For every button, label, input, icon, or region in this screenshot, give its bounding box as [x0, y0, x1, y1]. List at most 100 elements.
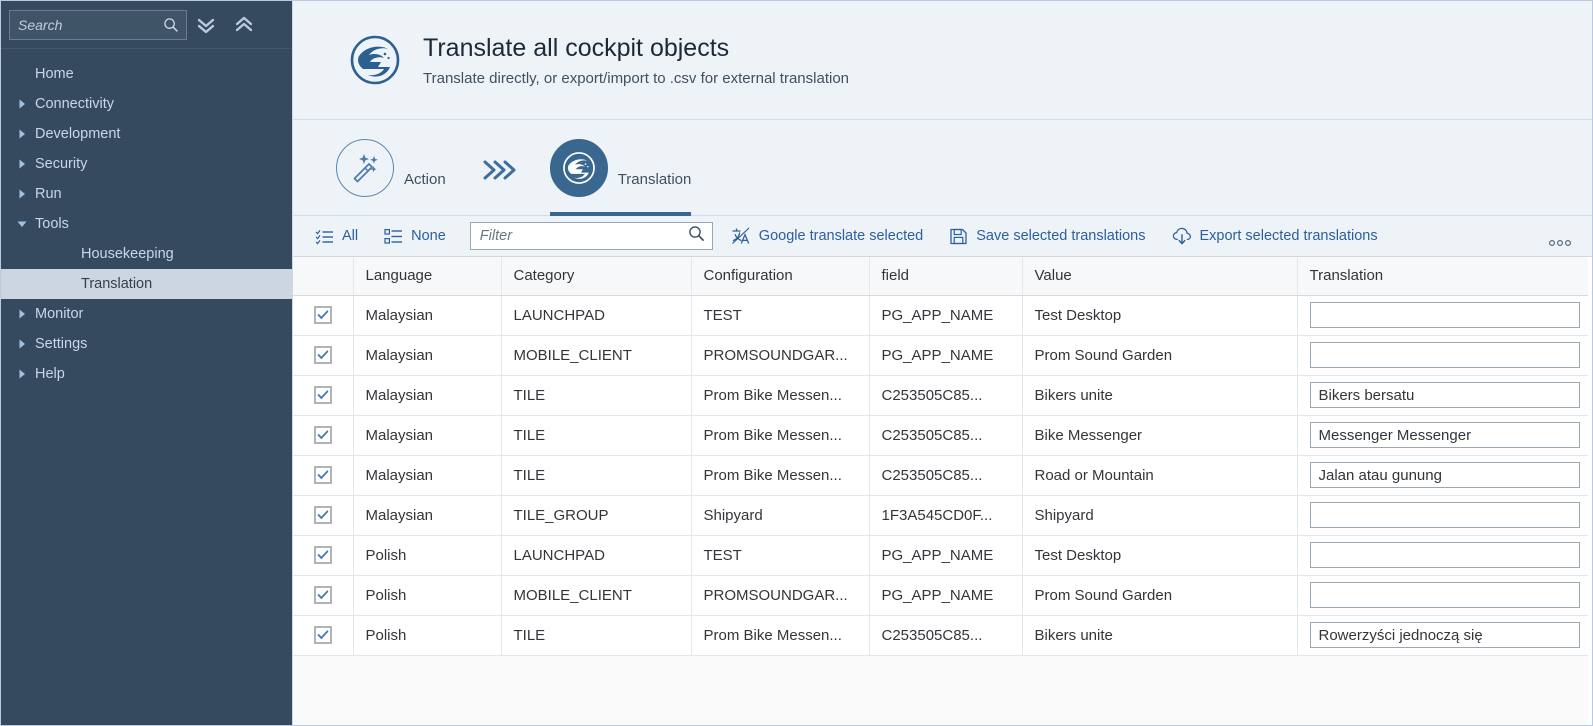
column-header-value[interactable]: Value [1022, 257, 1298, 296]
sidebar-item-housekeeping[interactable]: Housekeeping [1, 239, 292, 269]
toolbar-overflow-button[interactable] [1538, 225, 1582, 247]
translation-input[interactable] [1309, 302, 1580, 328]
row-select-cell[interactable] [293, 535, 354, 576]
translation-input[interactable] [1309, 582, 1580, 608]
sidebar-item-help[interactable]: Help [1, 359, 292, 389]
translation-input[interactable] [1309, 422, 1580, 448]
translation-input[interactable] [1309, 502, 1580, 528]
column-header-category[interactable]: Category [501, 257, 692, 296]
google-translate-selected-button[interactable]: Google translate selected [723, 221, 931, 251]
table-row[interactable]: Polish TILE Prom Bike Messen... C253505C85.… [293, 615, 1592, 656]
caret-right-icon[interactable] [13, 365, 31, 383]
row-checkbox[interactable] [313, 506, 332, 525]
sidebar-item-tools[interactable]: Tools [1, 209, 292, 239]
table-row[interactable]: Polish LAUNCHPAD TEST PG_APP_NAME Test Deskt… [293, 535, 1592, 576]
sidebar-search[interactable] [9, 9, 187, 40]
cell-translation[interactable] [1297, 295, 1592, 336]
collapse-all-button[interactable] [225, 10, 263, 40]
row-checkbox[interactable] [313, 386, 332, 405]
column-header-translation[interactable]: Translation [1297, 257, 1592, 296]
wizard-step-translation[interactable]: Translation [549, 120, 691, 216]
sidebar-item-label: Monitor [35, 306, 84, 322]
cell-language: Polish [353, 615, 502, 656]
row-checkbox[interactable] [313, 466, 332, 485]
wizard-step-action[interactable]: Action [336, 120, 446, 216]
row-checkbox[interactable] [313, 306, 332, 325]
row-select-cell[interactable] [293, 415, 354, 456]
floppy-disk-icon [949, 227, 968, 246]
cell-category: TILE [501, 615, 692, 656]
cell-translation[interactable] [1297, 575, 1592, 616]
cell-translation[interactable] [1297, 535, 1592, 576]
caret-right-icon[interactable] [13, 185, 31, 203]
search-input[interactable] [10, 10, 186, 39]
translation-input[interactable] [1309, 342, 1580, 368]
row-select-cell[interactable] [293, 495, 354, 536]
column-header-configuration[interactable]: Configuration [691, 257, 870, 296]
row-select-cell[interactable] [293, 375, 354, 416]
table-row[interactable]: Malaysian TILE Prom Bike Messen... C253505C… [293, 455, 1592, 496]
translation-input[interactable] [1309, 462, 1580, 488]
table-row[interactable]: Malaysian TILE Prom Bike Messen... C253505C… [293, 375, 1592, 416]
caret-right-icon[interactable] [13, 155, 31, 173]
filter-field[interactable] [469, 222, 713, 250]
export-selected-translations-button[interactable]: Export selected translations [1164, 221, 1386, 251]
sidebar-item-home[interactable]: Home [1, 59, 292, 89]
main-content: Translate all cockpit objects Translate … [292, 1, 1592, 725]
caret-right-icon[interactable] [13, 125, 31, 143]
column-header-select[interactable] [293, 257, 354, 296]
filter-input[interactable] [470, 223, 712, 249]
table-row[interactable]: Malaysian MOBILE_CLIENT PROMSOUNDGAR... PG_… [293, 335, 1592, 376]
translation-input[interactable] [1309, 542, 1580, 568]
row-checkbox[interactable] [313, 626, 332, 645]
cell-translation[interactable] [1297, 335, 1592, 376]
cell-configuration: TEST [691, 295, 870, 336]
cell-language: Malaysian [353, 295, 502, 336]
cell-category: MOBILE_CLIENT [501, 575, 692, 616]
row-select-cell[interactable] [293, 615, 354, 656]
row-checkbox[interactable] [313, 346, 332, 365]
table-row[interactable]: Polish MOBILE_CLIENT PROMSOUNDGAR... PG_APP… [293, 575, 1592, 616]
translation-input[interactable] [1309, 382, 1580, 408]
caret-right-icon[interactable] [13, 95, 31, 113]
select-all-button[interactable]: All [307, 221, 366, 251]
column-header-field[interactable]: field [869, 257, 1023, 296]
cell-translation[interactable] [1297, 615, 1592, 656]
select-none-icon [384, 227, 403, 246]
row-select-cell[interactable] [293, 455, 354, 496]
caret-down-icon[interactable] [13, 215, 31, 233]
translation-input[interactable] [1309, 622, 1580, 648]
row-checkbox[interactable] [313, 546, 332, 565]
sidebar-item-security[interactable]: Security [1, 149, 292, 179]
sidebar-item-development[interactable]: Development [1, 119, 292, 149]
cell-field: C253505C85... [869, 455, 1023, 496]
caret-right-icon[interactable] [13, 305, 31, 323]
table-row[interactable]: Malaysian TILE_GROUP Shipyard 1F3A545CD0F..… [293, 495, 1592, 536]
cell-value: Prom Sound Garden [1022, 335, 1298, 376]
expand-all-button[interactable] [187, 10, 225, 40]
cell-value: Shipyard [1022, 495, 1298, 536]
select-none-button[interactable]: None [376, 221, 454, 251]
cell-translation[interactable] [1297, 495, 1592, 536]
sidebar-item-monitor[interactable]: Monitor [1, 299, 292, 329]
row-select-cell[interactable] [293, 335, 354, 376]
wizard-step-action-label: Action [404, 171, 446, 188]
check-icon [317, 470, 329, 479]
cell-translation[interactable] [1297, 455, 1592, 496]
caret-right-icon[interactable] [13, 335, 31, 353]
cell-field: PG_APP_NAME [869, 335, 1023, 376]
cell-translation[interactable] [1297, 375, 1592, 416]
row-checkbox[interactable] [313, 586, 332, 605]
sidebar-item-translation[interactable]: Translation [1, 269, 292, 299]
row-checkbox[interactable] [313, 426, 332, 445]
table-row[interactable]: Malaysian LAUNCHPAD TEST PG_APP_NAME Test De… [293, 295, 1592, 336]
sidebar-item-settings[interactable]: Settings [1, 329, 292, 359]
table-row[interactable]: Malaysian TILE Prom Bike Messen... C253505C… [293, 415, 1592, 456]
save-selected-translations-button[interactable]: Save selected translations [941, 221, 1153, 251]
column-header-language[interactable]: Language [353, 257, 502, 296]
row-select-cell[interactable] [293, 295, 354, 336]
row-select-cell[interactable] [293, 575, 354, 616]
cell-translation[interactable] [1297, 415, 1592, 456]
sidebar-item-connectivity[interactable]: Connectivity [1, 89, 292, 119]
sidebar-item-run[interactable]: Run [1, 179, 292, 209]
